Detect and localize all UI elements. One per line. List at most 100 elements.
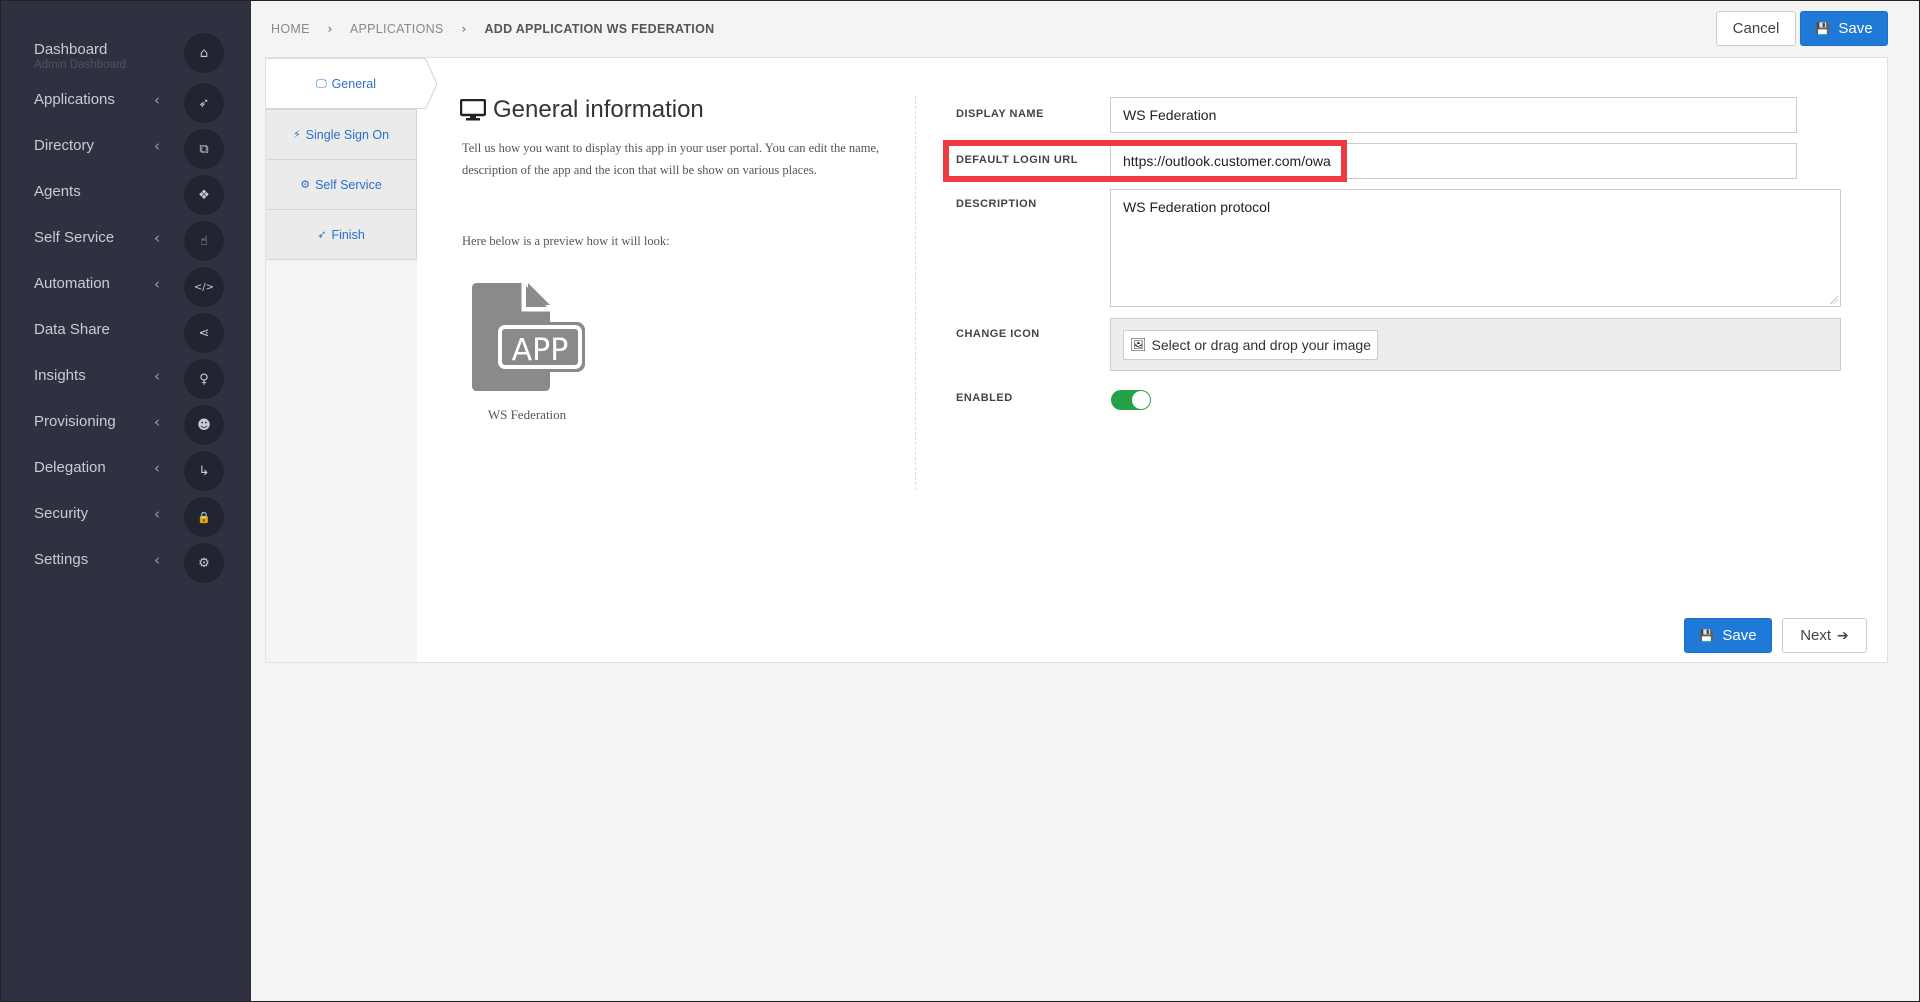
sidebar-item-agents[interactable]: Agents ❖ xyxy=(1,175,251,215)
sidebar-item-insights[interactable]: Insights ‹ ♀ xyxy=(1,359,251,399)
tab-self-service[interactable]: ⚙ Self Service xyxy=(266,159,417,210)
sidebar-item-applications[interactable]: Applications ‹ ➶ xyxy=(1,83,251,123)
save-button-label: Save xyxy=(1722,627,1757,644)
sidebar-item-provisioning[interactable]: Provisioning ‹ ☻ xyxy=(1,405,251,445)
next-button[interactable]: Next ➔ xyxy=(1782,618,1867,653)
lock-icon: 🔒 xyxy=(184,497,224,537)
chevron-left-icon: ‹ xyxy=(154,229,160,247)
tab-label: Self Service xyxy=(315,177,382,192)
sidebar-item-security[interactable]: Security ‹ 🔒 xyxy=(1,497,251,537)
resize-handle[interactable] xyxy=(1830,296,1838,304)
app-icon-text: APP xyxy=(512,333,569,368)
app-document-icon: APP xyxy=(472,283,585,391)
enabled-toggle[interactable] xyxy=(1111,390,1151,410)
tab-arrow xyxy=(425,58,438,110)
code-icon: </> xyxy=(184,267,224,307)
chevron-left-icon: ‹ xyxy=(154,505,160,523)
cubes-icon: ❖ xyxy=(184,175,224,215)
chevron-left-icon: ‹ xyxy=(154,137,160,155)
sidebar-item-label: Data Share xyxy=(34,321,110,338)
chevron-left-icon: ‹ xyxy=(154,413,160,431)
image-icon: 🖼 xyxy=(1130,337,1147,353)
tab-label: Finish xyxy=(331,227,365,242)
app-preview-caption: WS Federation xyxy=(487,407,567,422)
display-name-field[interactable]: WS Federation xyxy=(1110,97,1797,133)
arrow-right-icon: ➔ xyxy=(1837,627,1849,644)
enabled-label: ENABLED xyxy=(956,392,1013,404)
page-title-text: General information xyxy=(493,96,704,123)
footer-save-button[interactable]: 💾 Save xyxy=(1684,618,1772,653)
tab-label: General xyxy=(331,76,377,91)
sidebar-item-directory[interactable]: Directory ‹ ⧉ xyxy=(1,129,251,169)
chevron-left-icon: ‹ xyxy=(154,275,160,293)
icon-dropzone[interactable]: 🖼 Select or drag and drop your image xyxy=(1110,318,1841,371)
tab-general[interactable]: 🖵 General xyxy=(266,58,426,109)
chevron-left-icon: ‹ xyxy=(154,459,160,477)
sidebar: Dashboard Admin Dashboard ⌂ Applications… xyxy=(1,1,251,1001)
select-image-label: Select or drag and drop your image xyxy=(1151,337,1371,353)
tab-finish[interactable]: ➶ Finish xyxy=(266,209,417,260)
sidebar-item-label: Provisioning xyxy=(34,413,116,430)
chevron-left-icon: ‹ xyxy=(154,551,160,569)
sidebar-item-settings[interactable]: Settings ‹ ⚙ xyxy=(1,543,251,583)
sidebar-item-self-service[interactable]: Self Service ‹ ☝ xyxy=(1,221,251,261)
sidebar-item-label: Insights xyxy=(34,367,86,384)
breadcrumb: HOME › APPLICATIONS › ADD APPLICATION WS… xyxy=(271,21,728,36)
plug-icon: ⚡ xyxy=(292,128,301,141)
chevron-right-icon: › xyxy=(327,21,333,36)
users-icon: ☻ xyxy=(184,405,224,445)
wizard-tabs: 🖵 General ⚡ Single Sign On ⚙ Self Servic… xyxy=(266,58,438,662)
sidebar-item-label: Dashboard xyxy=(34,41,108,58)
cancel-button-label: Cancel xyxy=(1732,20,1780,37)
floppy-disk-icon: 💾 xyxy=(1699,628,1715,643)
sidebar-item-automation[interactable]: Automation ‹ </> xyxy=(1,267,251,307)
preview-text: Here below is a preview how it will look… xyxy=(462,234,670,248)
description-textarea[interactable]: WS Federation protocol xyxy=(1110,189,1841,307)
sidebar-item-delegation[interactable]: Delegation ‹ ↳ xyxy=(1,451,251,491)
page-title: General information xyxy=(460,96,704,124)
home-icon: ⌂ xyxy=(184,33,224,73)
sidebar-item-data-share[interactable]: Data Share ⋖ xyxy=(1,313,251,353)
breadcrumb-applications[interactable]: APPLICATIONS xyxy=(350,22,444,36)
desktop-icon: 🖵 xyxy=(315,76,327,90)
cancel-button[interactable]: Cancel xyxy=(1716,11,1796,46)
chevron-left-icon: ‹ xyxy=(154,367,160,385)
breadcrumb-current: ADD APPLICATION WS FEDERATION xyxy=(484,22,715,36)
chevron-right-icon: › xyxy=(461,21,467,36)
sidebar-item-sublabel: Admin Dashboard xyxy=(34,59,127,71)
desktop-icon xyxy=(460,99,486,121)
share-icon: ⋖ xyxy=(184,313,224,353)
gear-icon: ⚙ xyxy=(184,543,224,583)
sidebar-item-label: Applications xyxy=(34,91,115,108)
sidebar-item-label: Directory xyxy=(34,137,95,154)
description-value: WS Federation protocol xyxy=(1123,199,1271,215)
next-button-label: Next xyxy=(1800,627,1832,644)
display-name-label: DISPLAY NAME xyxy=(956,108,1044,120)
description-label: DESCRIPTION xyxy=(956,198,1037,210)
select-image-button[interactable]: 🖼 Select or drag and drop your image xyxy=(1123,330,1378,360)
sitemap-icon: ⧉ xyxy=(184,129,224,169)
tab-label: Single Sign On xyxy=(305,127,390,142)
toggle-knob xyxy=(1132,391,1150,409)
level-down-icon: ↳ xyxy=(184,451,224,491)
rocket-icon: ➶ xyxy=(317,228,327,241)
breadcrumb-home[interactable]: HOME xyxy=(271,22,310,36)
floppy-disk-icon: 💾 xyxy=(1815,21,1831,36)
header-save-button[interactable]: 💾 Save xyxy=(1800,11,1888,46)
sidebar-item-label: Automation xyxy=(34,275,110,292)
section-divider xyxy=(915,96,916,490)
chevron-left-icon: ‹ xyxy=(154,91,160,109)
sidebar-item-label: Security xyxy=(34,505,89,522)
display-name-value: WS Federation xyxy=(1123,107,1217,123)
general-description: Tell us how you want to display this app… xyxy=(462,141,880,177)
hand-pointer-icon: ☝ xyxy=(184,221,224,261)
sidebar-item-label: Settings xyxy=(34,551,89,568)
sidebar-item-dashboard[interactable]: Dashboard Admin Dashboard ⌂ xyxy=(1,33,251,73)
highlight-box xyxy=(943,140,1347,182)
cogs-icon: ⚙ xyxy=(300,178,311,191)
change-icon-label: CHANGE ICON xyxy=(956,328,1040,340)
save-button-label: Save xyxy=(1838,20,1873,37)
sidebar-item-label: Self Service xyxy=(34,229,115,246)
tab-single-sign-on[interactable]: ⚡ Single Sign On xyxy=(266,109,417,160)
sidebar-item-label: Delegation xyxy=(34,459,106,476)
